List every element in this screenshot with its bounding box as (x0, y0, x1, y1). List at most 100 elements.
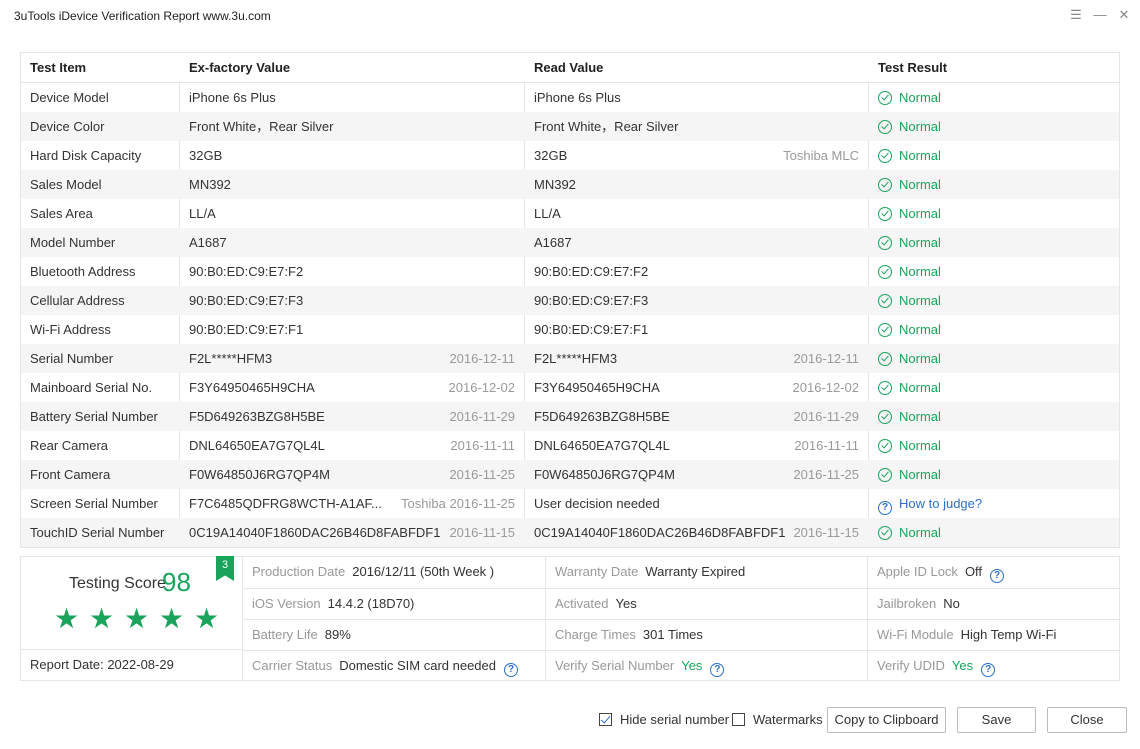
hide-serial-checkbox[interactable] (599, 713, 612, 726)
check-circle-icon (878, 294, 892, 308)
copy-to-clipboard-button[interactable]: Copy to Clipboard (827, 707, 946, 733)
header-ex-factory-value: Ex-factory Value (189, 60, 291, 75)
info-value: 14.4.2 (18D70) (327, 596, 415, 611)
list-menu-icon[interactable]: ☰ (1069, 8, 1083, 22)
testing-score-value: 98 (162, 567, 191, 597)
info-value: 301 Times (642, 627, 703, 642)
summary-panel: Testing Score 98 3 ★ ★ ★ ★ ★ Report Date: 20… (20, 556, 1120, 681)
table-row: Wi-Fi Address 90:B0:ED:C9:E7:F1 90:B0:ED:C… (21, 315, 1119, 344)
star-rating: ★ ★ ★ ★ ★ (49, 605, 224, 633)
test-item-cell: Serial Number (30, 351, 114, 366)
info-label: Verify Serial Number (555, 658, 675, 673)
ex-factory-note: 2016-11-25 (449, 467, 515, 482)
test-result-cell: Normal (878, 315, 1108, 344)
watermarks-checkbox[interactable] (732, 713, 745, 726)
result-status-text: Normal (899, 119, 941, 134)
verification-table: Test Item Ex-factory Value Read Value Te… (20, 52, 1120, 548)
info-field: Activated Yes (555, 589, 637, 619)
info-value: Yes (681, 658, 703, 673)
test-result-cell: Normal (878, 112, 1108, 141)
test-item-cell: Model Number (30, 235, 116, 250)
help-question-icon[interactable]: ? (504, 663, 518, 677)
testing-score-label: Testing Score (69, 575, 166, 592)
info-value: Off (964, 564, 983, 579)
test-result-cell: Normal (878, 402, 1108, 431)
result-status-text: Normal (899, 351, 941, 366)
table-row: Screen Serial Number F7C6485QDFRG8WCTH-A1… (21, 489, 1119, 518)
result-status-text: Normal (899, 467, 941, 482)
test-result-cell: Normal (878, 141, 1108, 170)
test-result-cell: Normal (878, 170, 1108, 199)
ex-factory-note: 2016-12-11 (449, 351, 515, 366)
read-value-cell: Front White，Rear Silver (534, 119, 679, 134)
help-question-icon[interactable]: ? (981, 663, 996, 677)
info-label: Wi-Fi Module (877, 627, 954, 642)
info-label: Charge Times (555, 627, 636, 642)
save-button[interactable]: Save (957, 707, 1036, 733)
check-circle-icon (878, 120, 892, 134)
hide-serial-label[interactable]: Hide serial number (620, 712, 729, 727)
result-status-text: Normal (899, 438, 941, 453)
check-circle-icon (878, 149, 892, 163)
minimize-icon[interactable]: — (1093, 8, 1107, 22)
table-row: Front Camera F0W64850J6RG7QP4M 2016-11-25 F… (21, 460, 1119, 489)
help-question-icon[interactable]: ? (990, 569, 1005, 583)
test-item-cell: Front Camera (30, 467, 111, 482)
info-label: Apple ID Lock (877, 564, 958, 579)
table-row: Model Number A1687 A1687 Normal (21, 228, 1119, 257)
ex-factory-value-cell: MN392 (189, 177, 231, 192)
info-field: Apple ID Lock Off? (877, 557, 1011, 588)
test-result-cell: Normal (878, 286, 1108, 315)
table-row: Device Color Front White，Rear Silver Front… (21, 112, 1119, 141)
table-row: Sales Model MN392 MN392 Normal (21, 170, 1119, 199)
test-item-cell: Bluetooth Address (30, 264, 136, 279)
table-row: TouchID Serial Number 0C19A14040F1860DAC2… (21, 518, 1119, 547)
star-icon: ★ (193, 603, 220, 634)
ex-factory-value-cell: 90:B0:ED:C9:E7:F1 (189, 322, 304, 337)
read-value-note: 2016-12-11 (793, 351, 859, 366)
check-circle-icon (878, 91, 892, 105)
test-item-cell: TouchID Serial Number (30, 525, 165, 540)
help-question-icon: ? (878, 501, 892, 515)
ex-factory-note: 2016-11-15 (449, 525, 515, 540)
info-value: Warranty Expired (645, 564, 746, 579)
close-button[interactable]: Close (1047, 707, 1127, 733)
read-value-cell: User decision needed (534, 496, 660, 511)
check-circle-icon (878, 207, 892, 221)
result-status-text: Normal (899, 409, 941, 424)
result-status-text: Normal (899, 293, 941, 308)
info-field: Warranty Date Warranty Expired (555, 557, 745, 588)
help-question-icon[interactable]: ? (710, 663, 725, 677)
check-circle-icon (878, 265, 892, 279)
info-row: iOS Version 14.4.2 (18D70) Activated Yes Jai… (243, 588, 1119, 619)
how-to-judge-link[interactable]: How to judge? (899, 496, 982, 511)
read-value-note: 2016-11-29 (793, 409, 859, 424)
read-value-note: 2016-12-02 (792, 380, 860, 395)
test-item-cell: Device Color (30, 119, 105, 134)
test-result-cell: Normal (878, 518, 1108, 547)
star-icon: ★ (123, 603, 150, 634)
info-field: Verify UDID Yes? (877, 651, 1002, 680)
ex-factory-value-cell: A1687 (189, 235, 227, 250)
result-status-text: Normal (899, 380, 941, 395)
test-result-cell[interactable]: ? How to judge? (878, 489, 1108, 518)
star-icon: ★ (53, 603, 80, 634)
read-value-cell: A1687 (534, 235, 572, 250)
test-item-cell: Wi-Fi Address (30, 322, 111, 337)
info-field: Jailbroken No (877, 589, 960, 619)
table-row: Device Model iPhone 6s Plus iPhone 6s Plus… (21, 83, 1119, 112)
info-value: Yes (951, 658, 974, 673)
test-result-cell: Normal (878, 228, 1108, 257)
ex-factory-note: 2016-11-29 (449, 409, 515, 424)
check-circle-icon (878, 352, 892, 366)
read-value-cell: MN392 (534, 177, 576, 192)
close-icon[interactable]: ✕ (1117, 8, 1131, 22)
watermarks-label[interactable]: Watermarks (753, 712, 823, 727)
info-label: Verify UDID (877, 658, 945, 673)
header-test-result: Test Result (878, 60, 948, 75)
info-value: 89% (324, 627, 351, 642)
info-label: Warranty Date (555, 564, 639, 579)
info-field: Production Date 2016/12/11 (50th Week ) (252, 557, 494, 588)
check-circle-icon (878, 178, 892, 192)
test-result-cell: Normal (878, 460, 1108, 489)
